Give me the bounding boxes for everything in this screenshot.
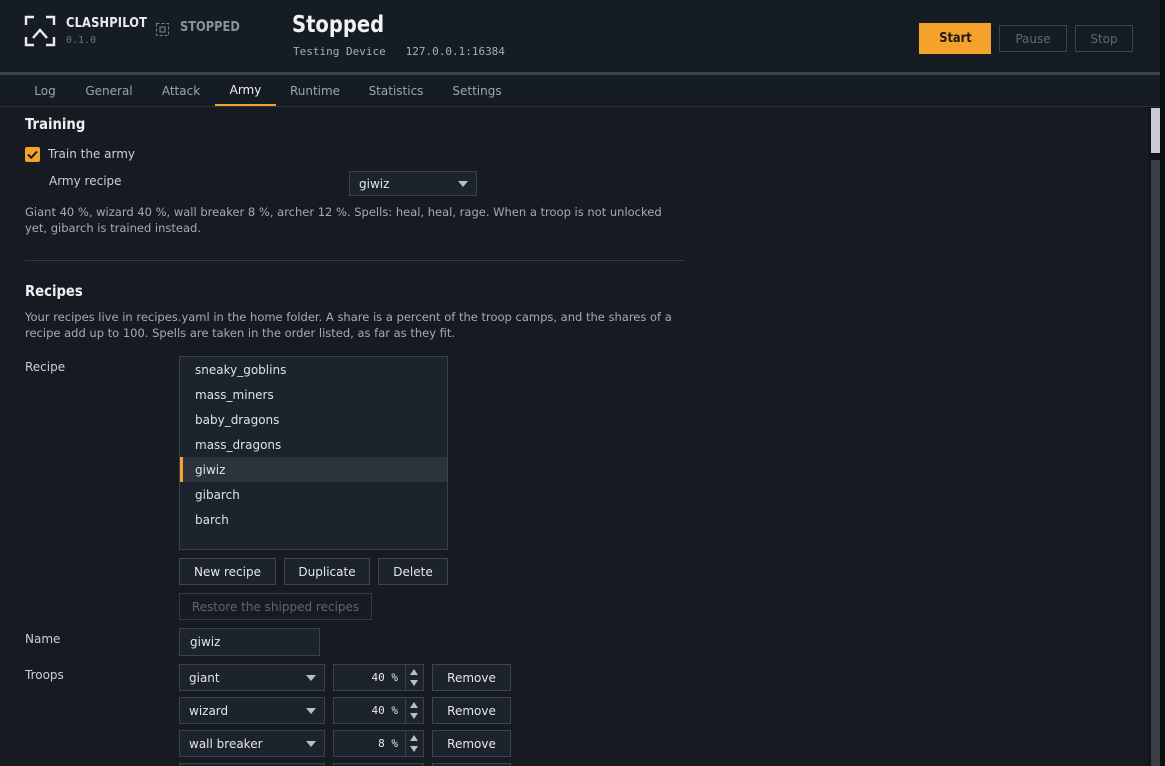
tab-general[interactable]: General [77,75,141,106]
share-stepper[interactable]: 40 % [333,697,424,724]
tab-log[interactable]: Log [23,75,67,106]
app-header: CLASHPILOT 0.1.0 STOPPED Stopped Testing… [0,0,1165,75]
name-label: Name [25,632,61,646]
duplicate-button[interactable]: Duplicate [284,558,370,585]
troops-label: Troops [25,668,64,682]
list-item[interactable]: sneaky_goblins [180,357,447,382]
start-button[interactable]: Start [919,23,991,54]
recipes-title: Recipes [25,282,83,300]
troop-value: giant [189,670,220,685]
list-item[interactable]: mass_dragons [180,432,447,457]
recipe-name-input[interactable]: giwiz [179,628,320,656]
army-recipe-description: Giant 40 %, wizard 40 %, wall breaker 8 … [25,205,662,235]
app-version: 0.1.0 [66,35,97,46]
list-item[interactable]: baby_dragons [180,407,447,432]
troop-select[interactable]: wall breaker [179,730,325,757]
scrollbar-track[interactable] [1151,160,1160,766]
arrow-down-icon[interactable] [410,713,418,719]
chevron-down-icon [306,740,316,747]
viewfinder-logo-icon [24,15,56,47]
arrow-up-icon[interactable] [410,702,418,708]
remove-troop-button[interactable]: Remove [432,730,511,757]
troop-select[interactable]: giant [179,664,325,691]
device-name: Testing Device [293,45,386,58]
tab-statistics[interactable]: Statistics [360,75,432,106]
stepper-arrows[interactable] [405,731,423,756]
tab-settings[interactable]: Settings [444,75,510,106]
section-divider [25,260,685,261]
arrow-up-icon[interactable] [410,735,418,741]
stop-button[interactable]: Stop [1075,25,1133,52]
army-recipe-select[interactable]: giwiz [349,171,477,196]
chevron-down-icon [306,707,316,714]
list-item[interactable]: barch [180,507,447,532]
remove-troop-button[interactable]: Remove [432,664,511,691]
delete-button[interactable]: Delete [378,558,448,585]
checkmark-icon [27,150,38,160]
army-recipe-label: Army recipe [49,174,122,188]
tab-attack[interactable]: Attack [151,75,211,106]
stepper-arrows[interactable] [405,665,423,690]
tab-runtime[interactable]: Runtime [282,75,348,106]
training-title: Training [25,115,86,133]
arrow-down-icon[interactable] [410,746,418,752]
share-value: 8 % [378,737,398,750]
share-stepper[interactable]: 8 % [333,730,424,757]
recipes-description: Your recipes live in recipes.yaml in the… [25,310,672,340]
chevron-down-icon [306,674,316,681]
army-recipe-value: giwiz [359,176,390,191]
list-item[interactable]: mass_miners [180,382,447,407]
recipe-list-label: Recipe [25,360,66,374]
train-army-checkbox[interactable] [25,147,40,162]
train-army-label: Train the army [48,147,135,161]
tab-army[interactable]: Army [215,75,276,106]
share-value: 40 % [371,671,399,684]
tab-bar: Log General Attack Army Runtime Statisti… [0,75,1165,107]
status-badge: STOPPED [180,20,240,35]
scrollbar-thumb[interactable] [1151,108,1160,153]
device-info: Testing Device 127.0.0.1:16384 [293,45,505,58]
share-value: 40 % [371,704,399,717]
share-stepper[interactable]: 40 % [333,664,424,691]
window-edge [1160,0,1165,766]
list-item[interactable]: gibarch [180,482,447,507]
list-item-selected[interactable]: giwiz [180,457,447,482]
troop-value: wall breaker [189,736,263,751]
page-title: Stopped [292,12,385,38]
troop-select[interactable]: wizard [179,697,325,724]
new-recipe-button[interactable]: New recipe [179,558,276,585]
recipe-list[interactable]: sneaky_goblins mass_miners baby_dragons … [179,356,448,550]
troop-value: wizard [189,703,229,718]
pause-button[interactable]: Pause [999,25,1067,52]
chevron-down-icon [458,180,468,187]
army-panel: Training Train the army Army recipe giwi… [0,107,1148,766]
arrow-up-icon[interactable] [410,669,418,675]
device-address: 127.0.0.1:16384 [405,45,505,58]
app-name: CLASHPILOT [66,16,148,31]
status-frame-icon [156,23,169,36]
stepper-arrows[interactable] [405,698,423,723]
arrow-down-icon[interactable] [410,680,418,686]
remove-troop-button[interactable]: Remove [432,697,511,724]
start-button-label: Start [938,31,972,46]
restore-recipes-button[interactable]: Restore the shipped recipes [179,593,372,620]
